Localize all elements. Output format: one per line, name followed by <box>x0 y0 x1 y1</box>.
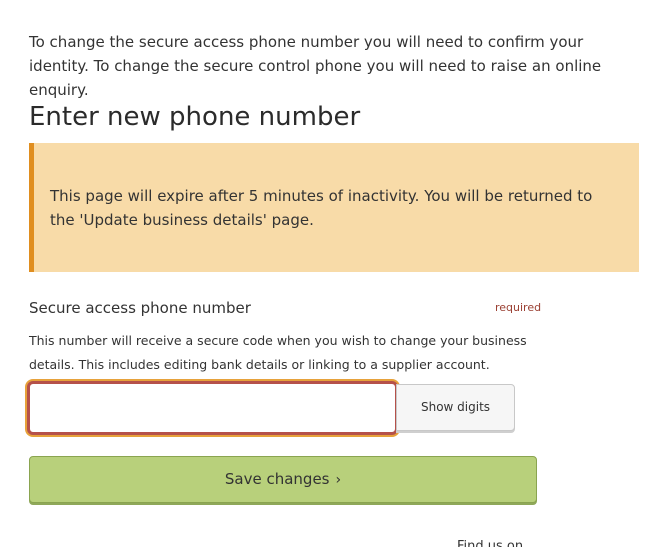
save-changes-button[interactable]: Save changes › <box>29 456 537 503</box>
chevron-right-icon: › <box>335 472 342 488</box>
page-title: Enter new phone number <box>29 102 361 132</box>
footer-find-us-text: Find us on <box>457 539 524 547</box>
required-indicator: required <box>495 301 542 314</box>
intro-text: To change the secure access phone number… <box>29 33 602 99</box>
expiry-notice: This page will expire after 5 minutes of… <box>29 143 639 272</box>
phone-field-label: Secure access phone number <box>29 299 251 317</box>
expiry-notice-text: This page will expire after 5 minutes of… <box>50 187 593 229</box>
show-digits-button[interactable]: Show digits <box>396 384 515 431</box>
phone-number-input[interactable] <box>27 381 398 435</box>
phone-field-hint: This number will receive a secure code w… <box>29 333 527 372</box>
save-changes-label: Save changes <box>224 470 330 488</box>
